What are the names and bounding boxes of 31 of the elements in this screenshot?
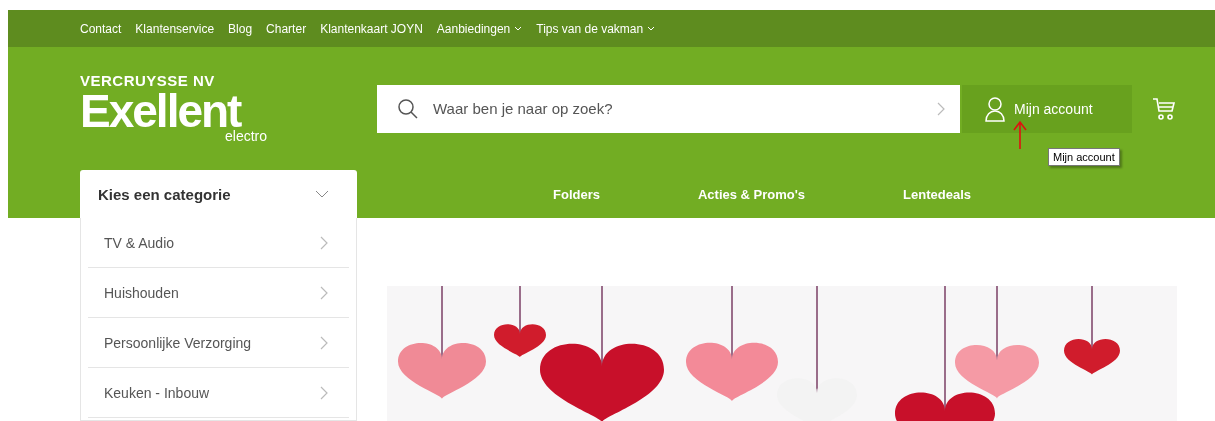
chevron-right-icon: [319, 284, 329, 301]
chevron-right-icon: [319, 234, 329, 251]
category-item[interactable]: TV & Audio: [88, 218, 349, 268]
search-icon: [397, 97, 419, 120]
chevron-right-icon: [319, 384, 329, 401]
category-item[interactable]: Keuken - Inbouw: [88, 368, 349, 418]
chevron-down-icon: [647, 25, 656, 32]
annotation-arrow: [1012, 120, 1028, 150]
top-link[interactable]: Contact: [80, 21, 122, 36]
chevron-right-icon[interactable]: [936, 100, 946, 117]
cart-icon[interactable]: [1152, 96, 1176, 121]
tooltip: Mijn account: [1048, 148, 1120, 166]
nav-link[interactable]: Acties & Promo's: [697, 186, 806, 202]
user-icon: [984, 95, 1006, 122]
category-item[interactable]: Huishouden: [88, 268, 349, 318]
account-button[interactable]: Mijn account: [962, 84, 1132, 133]
top-link[interactable]: Charter: [266, 21, 307, 36]
top-link[interactable]: Blog: [228, 21, 253, 36]
top-link[interactable]: Aanbiedingen: [436, 21, 523, 36]
search-bar[interactable]: Waar ben je naar op zoek?: [377, 84, 960, 133]
top-link[interactable]: Klantenkaart JOYN: [320, 21, 423, 36]
nav-link[interactable]: Lentedeals: [903, 186, 971, 202]
category-item[interactable]: Persoonlijke Verzorging: [88, 318, 349, 368]
chevron-down-icon: [315, 190, 329, 198]
category-dropdown[interactable]: Kies een categorie: [80, 170, 357, 218]
chevron-down-icon: [514, 25, 523, 32]
nav-link[interactable]: Folders: [553, 186, 600, 202]
top-link[interactable]: Klantenservice: [135, 21, 215, 36]
logo[interactable]: VERCRUYSSE NV Exellentelectro: [80, 73, 377, 144]
top-link[interactable]: Tips van de vakman: [536, 21, 656, 36]
chevron-right-icon: [319, 334, 329, 351]
